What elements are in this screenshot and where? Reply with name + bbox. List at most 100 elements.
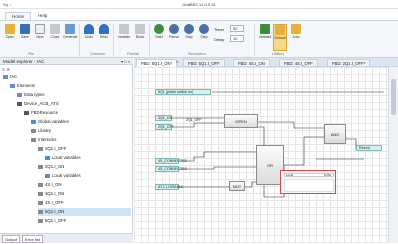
tree-item[interactable]: FBDResource	[24, 109, 131, 117]
interlocks-icon	[31, 137, 36, 142]
local-vars-icon	[45, 173, 50, 178]
fbd-icon	[38, 209, 43, 214]
ribbon-separator	[254, 24, 255, 56]
new-file-icon	[35, 24, 45, 34]
scroll-thumb[interactable]	[391, 79, 396, 115]
block-palette-button[interactable]: Block	[133, 24, 147, 40]
library-icon	[31, 128, 36, 133]
generate-button[interactable]: Generate	[63, 24, 78, 40]
model-explorer-header: Model explorer - IAC ▾ □ ×	[0, 58, 133, 65]
tree-item[interactable]: Device_ACB_ATS	[17, 100, 131, 108]
step-button[interactable]: Step	[197, 24, 211, 40]
popup-header: Local LOGI	[284, 173, 334, 177]
tree-item-label: 2Q1.I_ON	[45, 164, 65, 169]
group-palette-label: Palette	[127, 52, 139, 56]
tree-item[interactable]: 2Q1.I_OFF	[38, 145, 131, 153]
tree-item-label: Local variables	[52, 155, 81, 160]
pin-close-icon[interactable]: ▾ □ ×	[121, 58, 130, 65]
datatypes-icon	[17, 92, 22, 97]
wire-label: 2Q1_OFF	[186, 118, 202, 122]
tree-item-label: 5Q1.I_ON	[45, 209, 65, 214]
tree-item[interactable]: 4S.I_OFF	[38, 199, 131, 207]
ribbon: Open Save New Close Generate Undo Redo V…	[0, 20, 398, 58]
start-button[interactable]: Start	[152, 24, 166, 40]
open-block[interactable]: OPEN	[224, 114, 258, 128]
tab-output[interactable]: Output	[2, 235, 21, 243]
not-block[interactable]: NOT	[229, 181, 245, 191]
tree-item-label: 5Q1.I_OFF	[45, 218, 67, 223]
timer-input[interactable]: 50	[230, 25, 244, 32]
default-icon	[275, 25, 285, 35]
output-variable[interactable]: Return	[356, 145, 382, 151]
variable-palette-button[interactable]: Variable	[117, 24, 131, 40]
fbd-icon	[38, 218, 43, 223]
ribbon-separator	[79, 24, 80, 56]
fbd-icon	[38, 191, 43, 196]
redo-button[interactable]: Redo	[97, 24, 111, 40]
tree-item[interactable]: 5Q1.I_ON	[38, 208, 131, 216]
local-variables-popup[interactable]: Local LOGI	[280, 170, 336, 194]
tree-item[interactable]: Interlocks	[31, 136, 131, 144]
tree-item[interactable]: 2Q1.I_ON	[38, 163, 131, 171]
delay-input[interactable]: 10	[230, 35, 244, 42]
refresh-icon[interactable]: ↻	[2, 67, 5, 72]
tab-error-list[interactable]: Error list	[22, 235, 43, 243]
input-variable[interactable]: AT1.1 DISABLE	[155, 184, 184, 190]
tree-item-label: Elements	[17, 83, 35, 88]
tree-item[interactable]: Library	[31, 127, 131, 135]
tree-item[interactable]: 5Q1.I_OFF	[38, 217, 131, 225]
vertical-scrollbar[interactable]	[388, 67, 398, 243]
tab-help[interactable]: Help	[32, 12, 53, 20]
save-button[interactable]: Save	[18, 24, 32, 40]
tree-item[interactable]: IAC	[3, 73, 131, 81]
editor-tab[interactable]: FBD: 5Q1.I_ON*	[136, 59, 178, 67]
tree-item[interactable]: Elements	[10, 82, 131, 90]
folder-open-icon	[5, 24, 15, 34]
local-vars-icon	[45, 155, 50, 160]
stop-button[interactable]: Stop	[182, 24, 196, 40]
tab-home[interactable]: Home	[5, 12, 32, 20]
block-icon	[135, 24, 145, 34]
fbd-icon	[38, 182, 43, 187]
editor-tab[interactable]: FBD: 4S.I_ON	[233, 59, 270, 67]
tree-item[interactable]: Global variables	[31, 118, 131, 126]
tree-item-label: Data types	[24, 92, 45, 97]
close-button[interactable]: Close	[48, 24, 62, 40]
editor-tabs: FBD: 5Q1.I_ON* × FBD: 5Q1.I_OFF FBD: 4S.…	[134, 58, 398, 67]
tree-item[interactable]: Local variables	[45, 154, 131, 162]
tree-item-label: 4S.I_OFF	[45, 200, 64, 205]
editor-tab[interactable]: FBD: 4S.I_OFF	[279, 59, 318, 67]
popup-body	[284, 179, 334, 192]
open-button[interactable]: Open	[3, 24, 17, 40]
tree-item[interactable]: Data types	[17, 91, 131, 99]
block-title: OR	[267, 163, 273, 168]
close-tab-icon[interactable]: ×	[176, 59, 178, 64]
tree-item[interactable]: Local variables	[45, 172, 131, 180]
input-variable[interactable]: 5Q1 (probe switch on)	[155, 89, 211, 95]
block-title: OPEN	[235, 119, 247, 124]
fbd-canvas[interactable]: 5Q1 (probe switch on) 3Q1_ON 2Q1_OFF 4S_…	[134, 67, 388, 243]
pause-button[interactable]: Pause	[167, 24, 181, 40]
input-variable[interactable]: 4S_CONNECTED	[155, 166, 187, 172]
tree-item-label: Device_ACB_ATS	[24, 101, 59, 106]
tree-item[interactable]: 4S.I_ON	[38, 181, 131, 189]
model-explorer-title: Model explorer - IAC	[3, 59, 45, 64]
tree-item[interactable]: 3Q1.I_ON	[38, 190, 131, 198]
auto-button[interactable]: Auto	[289, 24, 303, 40]
undo-button[interactable]: Undo	[82, 24, 96, 40]
group-file-label: File	[28, 52, 35, 56]
variable-util-button[interactable]: Variable	[258, 24, 272, 40]
default-button[interactable]: Default	[273, 24, 287, 51]
filter-icon[interactable]: ⚙	[6, 67, 10, 72]
new-button[interactable]: New	[33, 24, 47, 40]
input-variable[interactable]: 4S_CONNECTED	[155, 158, 187, 164]
and-block[interactable]: AND	[324, 124, 346, 144]
model-explorer-panel: Model explorer - IAC ▾ □ × ↻ ⚙ IAC Elemen…	[0, 58, 133, 233]
editor-tab[interactable]: FBD: 5Q1.I_OFF	[183, 59, 225, 67]
editor-tab[interactable]: FBD: 2Q1.I_OFF*	[327, 59, 371, 67]
input-variable[interactable]: 2Q1_OFF	[155, 124, 174, 130]
input-variable[interactable]: 3Q1_ON	[155, 115, 172, 121]
model-tree: IAC Elements Data types Device_ACB_ATS FBDRe…	[0, 73, 133, 233]
globals-icon	[31, 119, 36, 124]
save-icon	[20, 24, 30, 34]
